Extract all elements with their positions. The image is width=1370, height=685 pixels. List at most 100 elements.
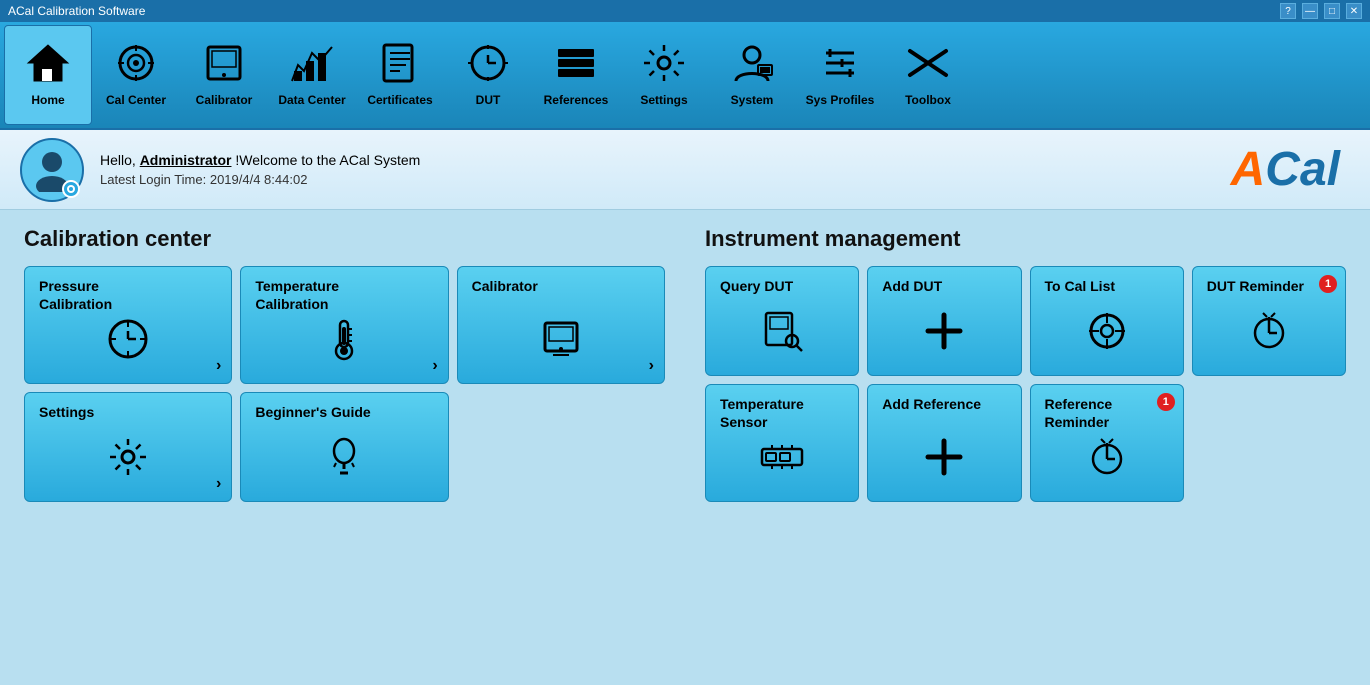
nav-label-cal-center: Cal Center <box>106 93 166 107</box>
card-ref-reminder[interactable]: Reference Reminder 1 <box>1030 384 1184 502</box>
help-btn[interactable]: ? <box>1280 3 1296 19</box>
card-settings[interactable]: Settings › <box>24 392 232 502</box>
close-btn[interactable]: ✕ <box>1346 3 1362 19</box>
nav-label-references: References <box>544 93 609 107</box>
greeting: Hello, <box>100 152 140 168</box>
welcome-message: !Welcome to the ACal System <box>231 152 420 168</box>
welcome-bar: Hello, Administrator !Welcome to the ACa… <box>0 130 1370 210</box>
card-title-temp: TemperatureCalibration <box>255 277 433 313</box>
nav-item-toolbox[interactable]: Toolbox <box>884 25 972 125</box>
nav-item-certificates[interactable]: Certificates <box>356 25 444 125</box>
dut-icon <box>466 43 510 89</box>
to-cal-list-icon <box>1045 309 1169 363</box>
card-title-add-reference: Add Reference <box>882 395 1006 413</box>
card-title-pressure: PressureCalibration <box>39 277 217 313</box>
card-temp-cal[interactable]: TemperatureCalibration › <box>240 266 448 384</box>
temp-cal-icon <box>255 317 433 371</box>
minimize-btn[interactable]: — <box>1302 3 1318 19</box>
nav-item-cal-center[interactable]: Cal Center <box>92 25 180 125</box>
nav-label-sys-profiles: Sys Profiles <box>806 93 875 107</box>
settings-card-icon <box>39 435 217 489</box>
nav-label-data-center: Data Center <box>278 93 345 107</box>
nav-label-toolbox: Toolbox <box>905 93 951 107</box>
instrument-management-title: Instrument management <box>705 226 1346 252</box>
restore-btn[interactable]: □ <box>1324 3 1340 19</box>
instrument-management-grid: Query DUT Add DUT To Cal List <box>705 266 1346 502</box>
username: Administrator <box>140 152 232 168</box>
sys-profiles-icon <box>818 43 862 89</box>
card-to-cal-list[interactable]: To Cal List <box>1030 266 1184 376</box>
card-title-guide: Beginner's Guide <box>255 403 433 421</box>
nav-label-calibrator: Calibrator <box>196 93 253 107</box>
settings-nav-icon <box>642 43 686 89</box>
card-beginners-guide[interactable]: Beginner's Guide <box>240 392 448 502</box>
app-title: ACal Calibration Software <box>8 4 145 18</box>
calibration-center-title: Calibration center <box>24 226 665 252</box>
card-title-dut-reminder: DUT Reminder <box>1207 277 1331 295</box>
login-label: Latest Login Time: <box>100 172 210 187</box>
card-temp-sensor[interactable]: Temperature Sensor <box>705 384 859 502</box>
nav-label-home: Home <box>31 93 64 107</box>
cal-center-icon <box>114 43 158 89</box>
dut-reminder-badge: 1 <box>1319 275 1337 293</box>
main-content: Calibration center PressureCalibration ›… <box>0 210 1370 518</box>
nav-label-certificates: Certificates <box>367 93 432 107</box>
login-time-line: Latest Login Time: 2019/4/4 8:44:02 <box>100 172 420 187</box>
card-title-query-dut: Query DUT <box>720 277 844 295</box>
pressure-cal-arrow: › <box>216 357 221 375</box>
system-icon <box>730 43 774 89</box>
window-controls[interactable]: ? — □ ✕ <box>1280 3 1362 19</box>
welcome-text: Hello, Administrator !Welcome to the ACa… <box>100 152 420 187</box>
card-query-dut[interactable]: Query DUT <box>705 266 859 376</box>
pressure-cal-icon <box>39 317 217 371</box>
card-title-to-cal-list: To Cal List <box>1045 277 1169 295</box>
card-title-ref-reminder: Reference Reminder <box>1045 395 1169 431</box>
certificates-icon <box>378 43 422 89</box>
acal-logo: ACal <box>1231 142 1340 197</box>
title-bar: ACal Calibration Software ? — □ ✕ <box>0 0 1370 22</box>
temp-cal-arrow: › <box>432 357 437 375</box>
nav-label-settings: Settings <box>640 93 687 107</box>
login-time-value: 2019/4/4 8:44:02 <box>210 172 308 187</box>
card-pressure-cal[interactable]: PressureCalibration › <box>24 266 232 384</box>
card-add-reference[interactable]: Add Reference <box>867 384 1021 502</box>
calibrator-card-icon <box>472 317 650 371</box>
home-icon <box>26 43 70 89</box>
avatar <box>20 138 84 202</box>
card-dut-reminder[interactable]: DUT Reminder 1 <box>1192 266 1346 376</box>
card-title-add-dut: Add DUT <box>882 277 1006 295</box>
settings-card-arrow: › <box>216 475 221 493</box>
ref-reminder-icon <box>1045 435 1169 489</box>
nav-item-home[interactable]: Home <box>4 25 92 125</box>
calibration-center-grid: PressureCalibration › TemperatureCalibra… <box>24 266 665 502</box>
references-icon <box>554 43 598 89</box>
add-dut-icon <box>882 309 1006 363</box>
calibration-center-section: Calibration center PressureCalibration ›… <box>24 226 665 502</box>
nav-label-system: System <box>731 93 774 107</box>
nav-item-calibrator[interactable]: Calibrator <box>180 25 268 125</box>
dut-reminder-icon <box>1207 309 1331 363</box>
avatar-badge <box>62 180 80 198</box>
data-center-icon <box>290 43 334 89</box>
nav-item-sys-profiles[interactable]: Sys Profiles <box>796 25 884 125</box>
calibrator-nav-icon <box>202 43 246 89</box>
nav-label-dut: DUT <box>476 93 501 107</box>
guide-card-icon <box>255 435 433 489</box>
card-calibrator[interactable]: Calibrator › <box>457 266 665 384</box>
add-reference-icon <box>882 435 1006 489</box>
card-title-temp-sensor: Temperature Sensor <box>720 395 844 431</box>
card-title-calibrator: Calibrator <box>472 277 650 295</box>
nav-item-system[interactable]: System <box>708 25 796 125</box>
greeting-line: Hello, Administrator !Welcome to the ACa… <box>100 152 420 168</box>
nav-item-references[interactable]: References <box>532 25 620 125</box>
nav-item-data-center[interactable]: Data Center <box>268 25 356 125</box>
nav-item-settings[interactable]: Settings <box>620 25 708 125</box>
temp-sensor-icon <box>720 435 844 489</box>
nav-bar: Home Cal Center Calibrator Data Center C… <box>0 22 1370 130</box>
nav-item-dut[interactable]: DUT <box>444 25 532 125</box>
card-add-dut[interactable]: Add DUT <box>867 266 1021 376</box>
calibrator-card-arrow: › <box>649 357 654 375</box>
toolbox-icon <box>906 43 950 89</box>
card-title-settings: Settings <box>39 403 217 421</box>
ref-reminder-badge: 1 <box>1157 393 1175 411</box>
